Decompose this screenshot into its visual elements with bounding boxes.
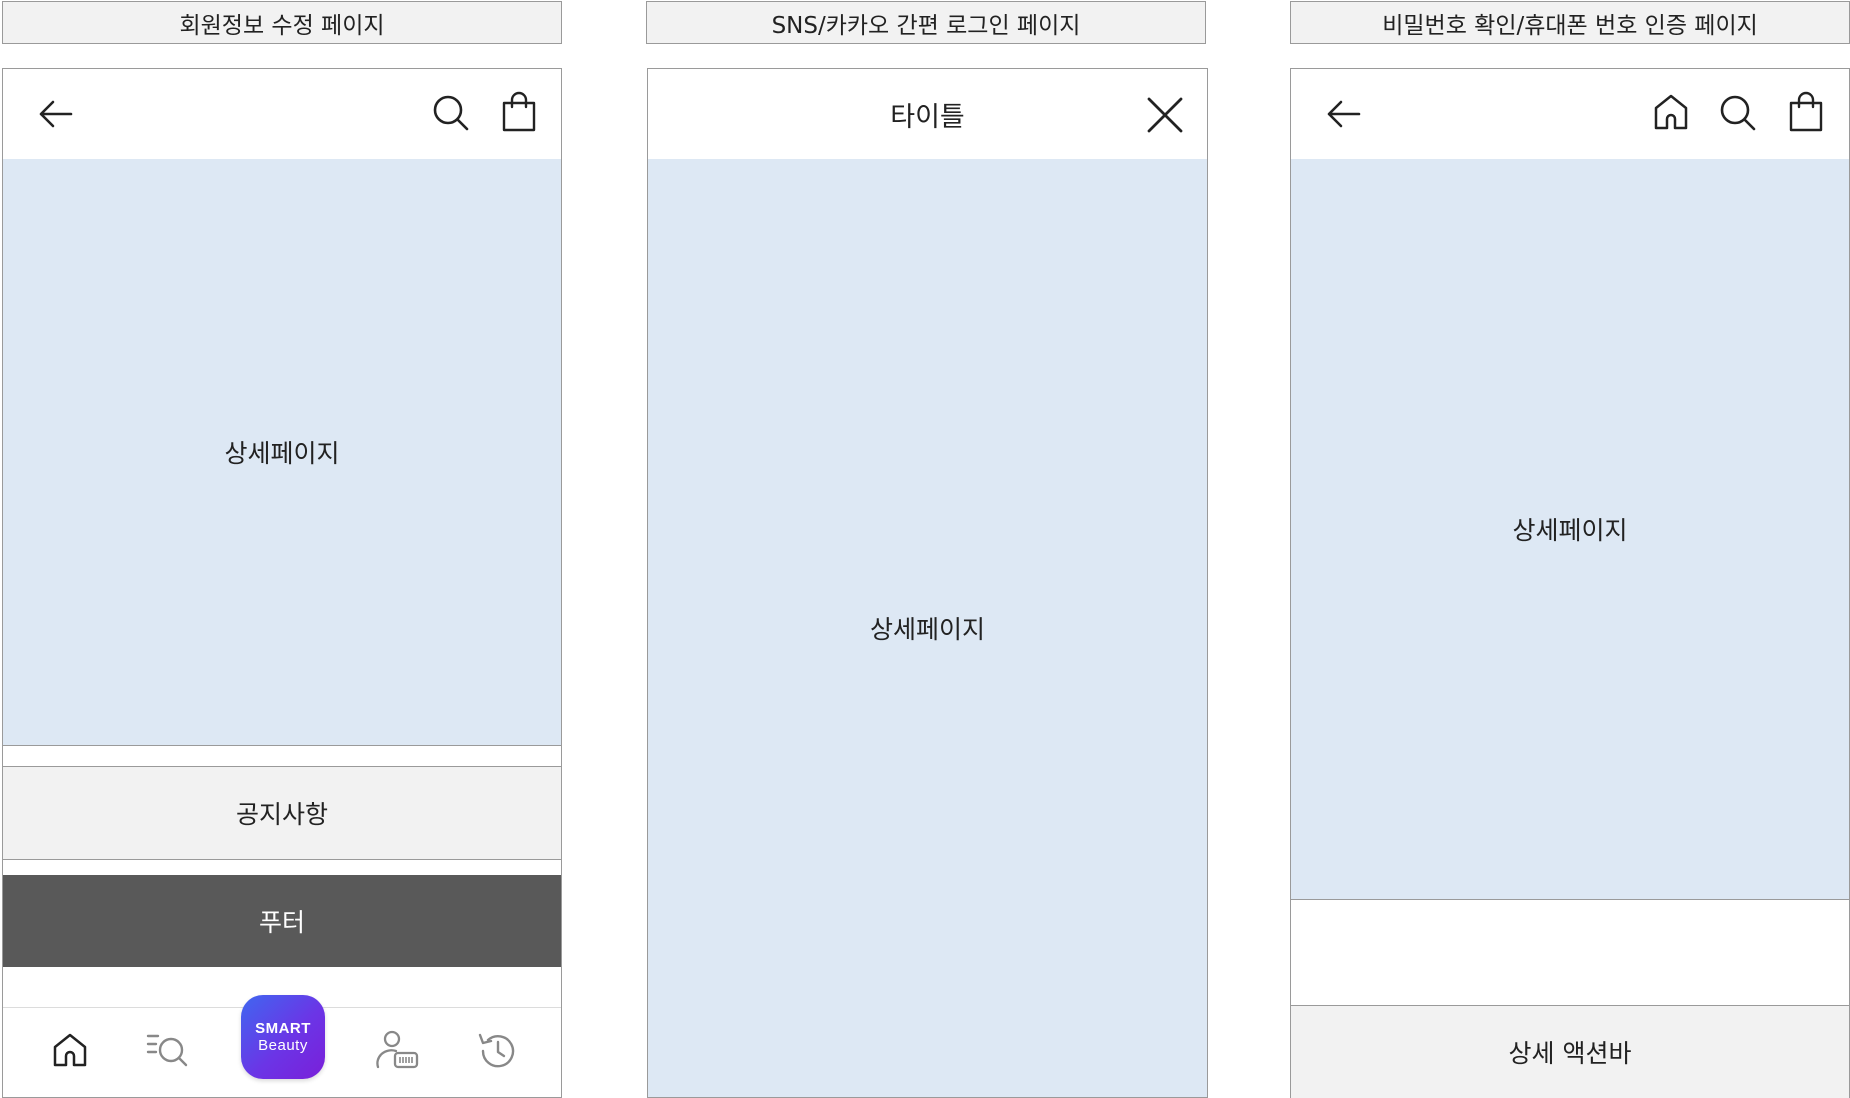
- shopping-bag-icon[interactable]: [499, 91, 539, 133]
- smart-beauty-button[interactable]: SMART Beauty: [241, 995, 325, 1079]
- detail-content-area: 상세페이지: [1291, 159, 1849, 900]
- search-icon[interactable]: [431, 93, 471, 133]
- home-icon[interactable]: [1651, 91, 1691, 133]
- member-barcode-icon[interactable]: [375, 1029, 421, 1071]
- search-icon[interactable]: [1718, 93, 1758, 133]
- page-title: 타이틀: [890, 101, 965, 133]
- app-header: [3, 69, 561, 160]
- notice-section[interactable]: 공지사항: [3, 766, 561, 860]
- back-arrow-icon[interactable]: [35, 94, 75, 134]
- detail-action-bar[interactable]: 상세 액션바: [1291, 1005, 1849, 1098]
- smart-beauty-line2: Beauty: [258, 1037, 308, 1054]
- label-sns-login: SNS/카카오 간편 로그인 페이지: [646, 1, 1206, 44]
- detail-content-area: 상세페이지: [3, 159, 561, 746]
- label-password-verify: 비밀번호 확인/휴대폰 번호 인증 페이지: [1290, 1, 1850, 44]
- app-header: [1291, 69, 1849, 160]
- detail-content-area: 상세페이지: [648, 159, 1207, 1097]
- smart-beauty-line1: SMART: [255, 1020, 311, 1037]
- back-arrow-icon[interactable]: [1323, 94, 1363, 134]
- modal-header: 타이틀: [648, 69, 1207, 160]
- label-member-edit: 회원정보 수정 페이지: [2, 1, 562, 44]
- footer-section: 푸터: [3, 875, 561, 967]
- home-icon[interactable]: [50, 1030, 90, 1070]
- history-icon[interactable]: [475, 1029, 519, 1073]
- close-icon[interactable]: [1146, 96, 1184, 134]
- phone-sns-login: 타이틀 상세페이지: [647, 68, 1208, 1098]
- shopping-bag-icon[interactable]: [1786, 91, 1826, 133]
- phone-member-edit: 상세페이지 공지사항 푸터 SMART Beauty: [2, 68, 562, 1098]
- phone-password-verify: 상세페이지 상세 액션바: [1290, 68, 1850, 1098]
- search-list-icon[interactable]: [144, 1030, 192, 1070]
